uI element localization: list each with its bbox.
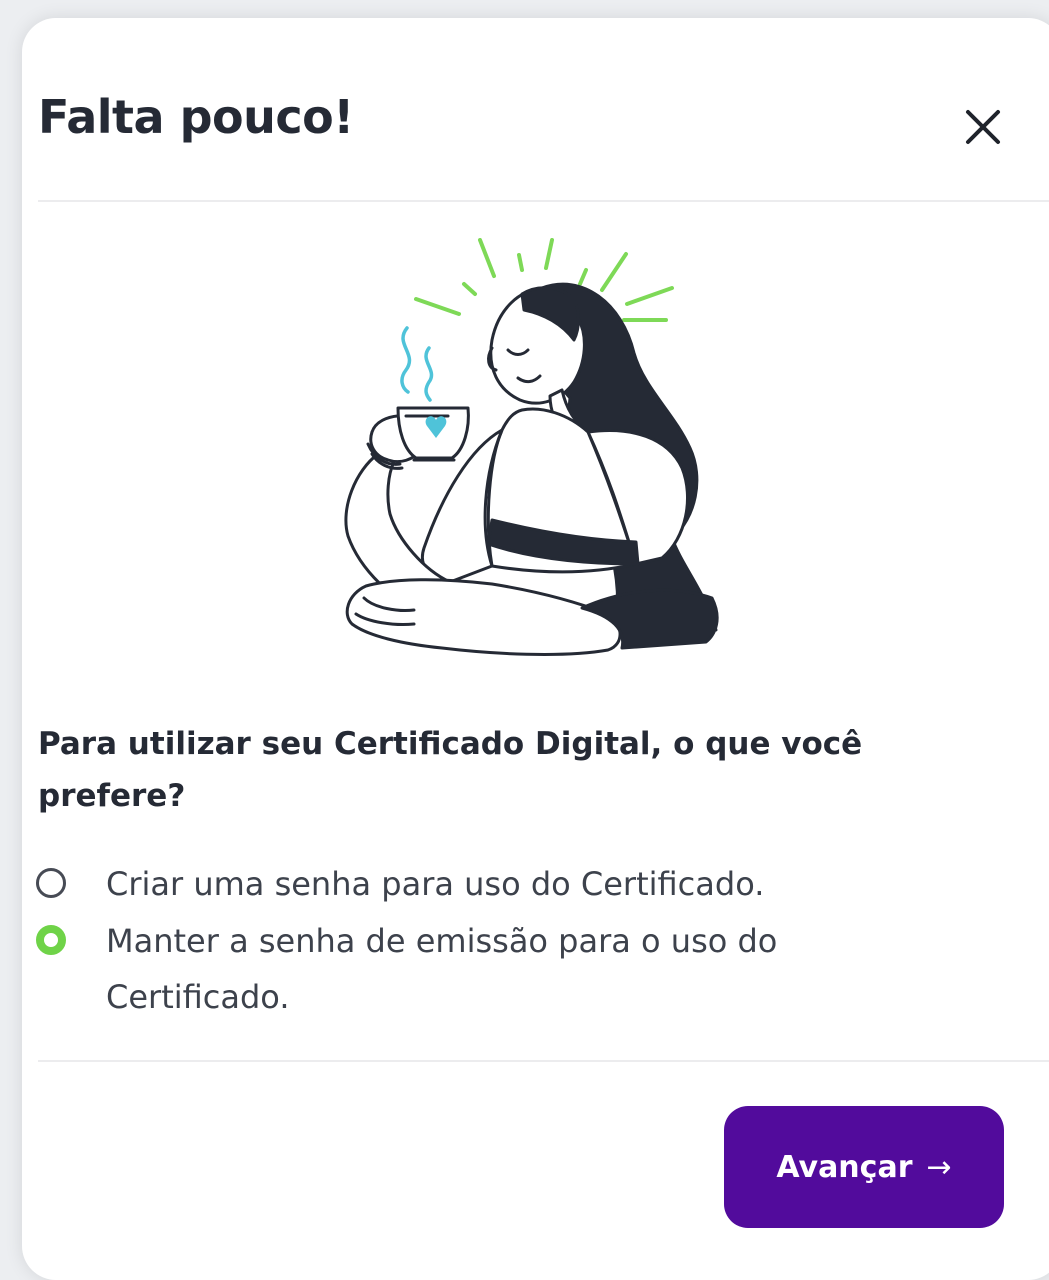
option-label: Manter a senha de emissão para o uso do … bbox=[106, 922, 778, 1016]
close-button[interactable] bbox=[960, 104, 1006, 150]
radio-checked[interactable] bbox=[36, 925, 66, 955]
next-button-label: Avançar bbox=[776, 1149, 913, 1185]
radio-unchecked[interactable] bbox=[36, 868, 66, 898]
next-button[interactable]: Avançar → bbox=[724, 1106, 1004, 1228]
arrow-right-icon: → bbox=[926, 1149, 952, 1185]
option-label: Criar uma senha para uso do Certificado. bbox=[106, 865, 765, 903]
option-keep-password[interactable]: Manter a senha de emissão para o uso do … bbox=[36, 913, 916, 1025]
header-divider bbox=[38, 200, 1049, 202]
question-text: Para utilizar seu Certificado Digital, o… bbox=[38, 726, 863, 814]
close-icon bbox=[966, 110, 1000, 144]
footer-divider bbox=[38, 1060, 1049, 1062]
woman-drinking-coffee-illustration bbox=[344, 238, 719, 656]
option-create-password[interactable]: Criar uma senha para uso do Certificado. bbox=[36, 856, 916, 912]
modal-title: Falta pouco! bbox=[38, 90, 354, 144]
modal-dialog: Falta pouco! Para utilizar seu Certifica… bbox=[22, 18, 1049, 1280]
